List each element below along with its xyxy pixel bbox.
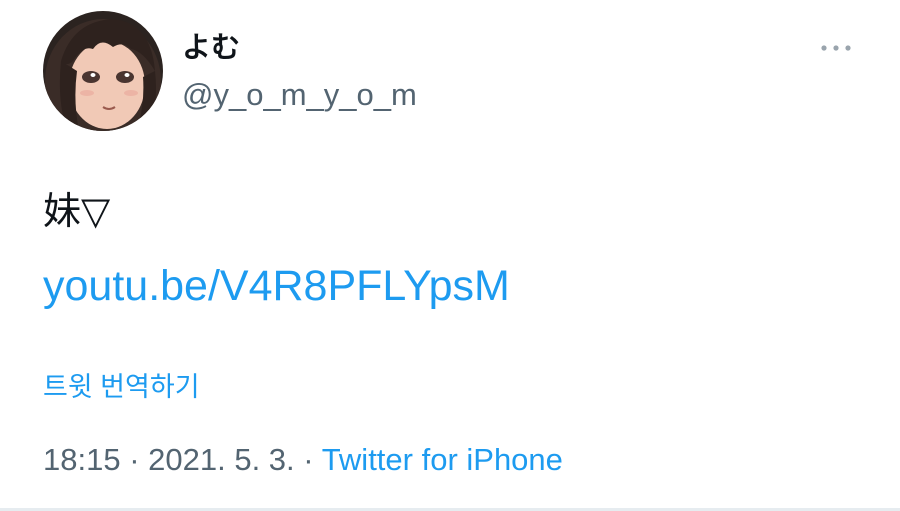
display-name[interactable]: よむ	[182, 30, 240, 66]
tweet-date[interactable]: 2021. 5. 3.	[148, 442, 295, 477]
tweet-time[interactable]: 18:15	[43, 442, 121, 477]
tweet-card: よむ @y_o_m_y_o_m 妹▽ youtu.be/V4R8PFLYpsM …	[0, 0, 900, 511]
translate-tweet-link[interactable]: 트윗 번역하기	[43, 370, 200, 404]
tweet-metadata: 18:15 · 2021. 5. 3. · Twitter for iPhone	[43, 441, 563, 479]
meta-separator: ·	[303, 442, 314, 477]
tweet-link[interactable]: youtu.be/V4R8PFLYpsM	[43, 260, 510, 312]
tweet-source[interactable]: Twitter for iPhone	[322, 442, 563, 477]
meta-separator: ·	[129, 442, 140, 477]
avatar[interactable]	[43, 11, 163, 131]
tweet-text: 妹▽	[43, 191, 111, 233]
user-handle[interactable]: @y_o_m_y_o_m	[182, 76, 417, 114]
avatar-illustration-icon	[43, 11, 163, 131]
more-options-icon[interactable]	[812, 30, 860, 66]
